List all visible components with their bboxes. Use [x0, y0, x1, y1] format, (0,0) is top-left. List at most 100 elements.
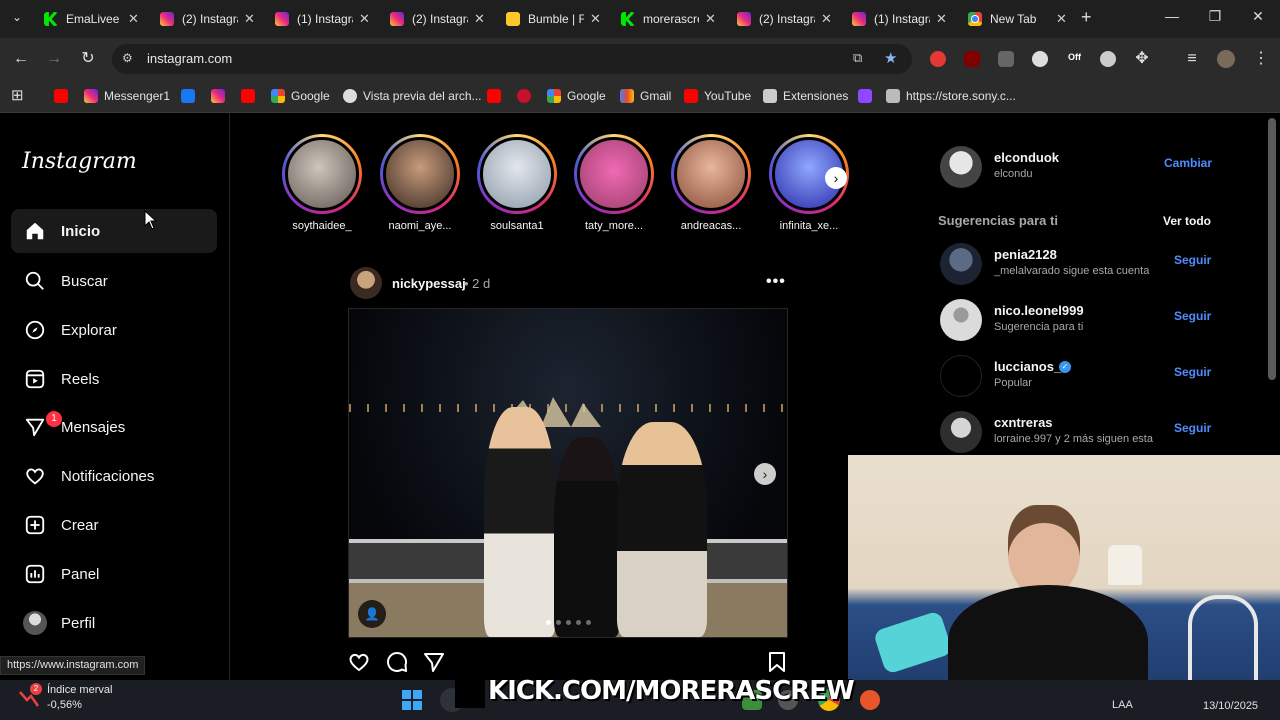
back-arrow-icon[interactable]: ←	[12, 50, 30, 68]
close-tab-icon[interactable]: ✕	[244, 11, 255, 27]
page-scrollbar[interactable]	[1268, 118, 1276, 380]
browser-tab[interactable]: (2) Instagram ✕	[390, 6, 485, 32]
post-author-avatar[interactable]	[350, 267, 382, 299]
account-avatar[interactable]	[940, 146, 982, 188]
bookmark-item[interactable]	[181, 87, 201, 105]
nav-item-mensajes[interactable]: 1 Mensajes	[11, 405, 217, 449]
bookmark-item[interactable]	[54, 87, 74, 105]
instagram-logo[interactable]: Instagram	[22, 149, 137, 174]
story-item[interactable]: naomi_aye...	[375, 134, 465, 232]
site-settings-icon[interactable]: ⚙	[122, 51, 133, 65]
widget-title[interactable]: Índice merval	[47, 684, 112, 696]
system-date[interactable]: 13/10/2025	[1203, 700, 1258, 712]
account-username[interactable]: elconduok	[994, 150, 1059, 165]
post-more-options-icon[interactable]: •••	[766, 273, 786, 291]
taskbar-app-icon[interactable]	[860, 690, 880, 710]
close-tab-icon[interactable]: ✕	[1056, 11, 1067, 27]
input-language[interactable]: LAA	[1112, 699, 1133, 711]
tab-search-chevron-icon[interactable]: ⌄	[12, 10, 22, 24]
suggestion-username[interactable]: nico.leonel999	[994, 303, 1084, 318]
see-all-link[interactable]: Ver todo	[1163, 214, 1211, 228]
nav-item-panel[interactable]: Panel	[11, 552, 217, 596]
bookmark-item[interactable]	[211, 87, 231, 105]
minimize-icon[interactable]: —	[1162, 8, 1182, 24]
carousel-next-chevron-icon[interactable]: ›	[754, 463, 776, 485]
browser-tab[interactable]: EmaLivee ✕	[44, 6, 139, 32]
suggestion-username[interactable]: penia2128	[994, 247, 1057, 262]
follow-button[interactable]: Seguir	[1174, 421, 1211, 435]
suggestion-avatar[interactable]	[940, 243, 982, 285]
address-bar[interactable]: ⚙ instagram.com ⧉ ★	[112, 44, 912, 74]
browser-tab[interactable]: New Tab ✕	[968, 6, 1067, 32]
extension-ublock-icon[interactable]	[964, 51, 980, 67]
close-tab-icon[interactable]: ✕	[936, 11, 947, 27]
extension-grid-icon[interactable]	[998, 51, 1014, 67]
story-item[interactable]: soythaidee_	[277, 134, 367, 232]
bookmark-item[interactable]: YouTube	[684, 87, 751, 105]
apps-grid-icon[interactable]: ⊞	[11, 86, 24, 104]
close-tab-icon[interactable]: ✕	[705, 11, 716, 27]
close-tab-icon[interactable]: ✕	[821, 11, 832, 27]
close-tab-icon[interactable]: ✕	[359, 11, 370, 27]
close-tab-icon[interactable]: ✕	[590, 11, 601, 27]
close-tab-icon[interactable]: ✕	[128, 11, 139, 27]
browser-tab[interactable]: Bumble | F ✕	[506, 6, 601, 32]
media-control-icon[interactable]: ≡	[1183, 50, 1201, 68]
close-window-icon[interactable]: ✕	[1248, 8, 1268, 25]
bookmark-item[interactable]	[241, 87, 261, 105]
follow-button[interactable]: Seguir	[1174, 309, 1211, 323]
bookmark-item[interactable]: Gmail	[620, 87, 671, 105]
browser-tab[interactable]: (1) Instagram ✕	[852, 6, 947, 32]
save-bookmark-icon[interactable]	[765, 650, 789, 674]
follow-button[interactable]: Seguir	[1174, 253, 1211, 267]
bookmark-item[interactable]: https://store.sony.c...	[886, 87, 1016, 105]
restore-icon[interactable]: ❐	[1205, 8, 1225, 25]
profile-avatar-icon[interactable]	[1217, 50, 1235, 68]
stories-next-chevron-icon[interactable]: ›	[825, 167, 847, 189]
bookmark-item[interactable]	[858, 87, 878, 105]
forward-arrow-icon[interactable]: →	[45, 50, 63, 68]
default-avatar-icon[interactable]	[940, 299, 982, 341]
bookmark-item[interactable]: Messenger1	[84, 87, 170, 105]
browser-tab[interactable]: morerascrew ✕	[621, 6, 716, 32]
switch-account-button[interactable]: Cambiar	[1164, 156, 1212, 170]
comment-icon[interactable]	[385, 650, 409, 674]
install-app-icon[interactable]: ⧉	[853, 50, 862, 66]
tagged-users-icon[interactable]: 👤	[358, 600, 386, 628]
windows-start-icon[interactable]	[402, 690, 422, 710]
nav-item-reels[interactable]: Reels	[11, 357, 217, 401]
bookmark-item[interactable]: Vista previa del arch...	[343, 87, 482, 105]
nav-item-notificaciones[interactable]: Notificaciones	[11, 454, 217, 498]
post-image[interactable]	[348, 308, 788, 638]
extension-off-icon[interactable]: Off	[1068, 52, 1081, 62]
follow-button[interactable]: Seguir	[1174, 365, 1211, 379]
new-tab-plus-icon[interactable]: +	[1081, 7, 1092, 28]
suggestion-avatar[interactable]	[940, 355, 982, 397]
nav-item-perfil[interactable]: Perfil	[11, 601, 217, 645]
story-item[interactable]: taty_more...	[569, 134, 659, 232]
extensions-puzzle-icon[interactable]: ✥	[1133, 50, 1151, 68]
reload-icon[interactable]: ↻	[79, 50, 97, 68]
bookmark-item[interactable]	[487, 87, 507, 105]
bookmark-item[interactable]: Google	[547, 87, 606, 105]
browser-tab[interactable]: (2) Instagram ✕	[160, 6, 255, 32]
suggestion-username[interactable]: luccianos_	[994, 359, 1061, 374]
story-item[interactable]: soulsanta1	[472, 134, 562, 232]
bookmark-star-icon[interactable]: ★	[884, 49, 897, 67]
bookmark-item[interactable]: Google	[271, 87, 330, 105]
suggestion-username[interactable]: cxntreras	[994, 415, 1053, 430]
story-item[interactable]: andreacas...	[666, 134, 756, 232]
extension-shield-icon[interactable]	[1100, 51, 1116, 67]
browser-tab[interactable]: (2) Instagram ✕	[737, 6, 832, 32]
like-heart-icon[interactable]	[347, 650, 371, 674]
post-author-username[interactable]: nickypessaj	[392, 276, 466, 291]
chrome-menu-icon[interactable]: ⋮	[1252, 50, 1270, 68]
share-icon[interactable]	[422, 650, 446, 674]
nav-item-buscar[interactable]: Buscar	[11, 259, 217, 303]
nav-item-crear[interactable]: Crear	[11, 503, 217, 547]
extension-red-icon[interactable]	[930, 51, 946, 67]
browser-tab-active[interactable]: (1) Instagram ✕	[275, 6, 370, 32]
url-text[interactable]: instagram.com	[147, 51, 232, 66]
nav-item-inicio[interactable]: Inicio	[11, 209, 217, 253]
suggestion-avatar[interactable]	[940, 411, 982, 453]
